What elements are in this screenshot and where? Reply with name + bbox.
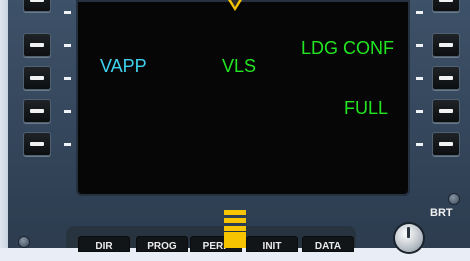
screw-icon	[449, 194, 459, 204]
lsk-right-4[interactable]	[432, 132, 460, 156]
init-key[interactable]: INIT	[246, 236, 298, 252]
triangle-marker-icon	[228, 0, 242, 11]
lsk-left-1[interactable]	[23, 33, 51, 57]
lsk-left-0[interactable]	[23, 0, 51, 12]
lsk-right-3[interactable]	[432, 99, 460, 123]
data-key[interactable]: DATA	[302, 236, 354, 252]
mcdu-screen: VAPP VLS LDG CONF FULL	[76, 0, 410, 196]
lsk-right-tick	[416, 44, 423, 47]
lsk-right-0[interactable]	[432, 0, 460, 12]
lsk-right-tick	[416, 110, 423, 113]
lsk-left-4[interactable]	[23, 132, 51, 156]
lsk-left-tick	[64, 11, 71, 14]
lsk-left-2[interactable]	[23, 66, 51, 90]
lsk-right-tick	[416, 143, 423, 146]
yellow-marker-stripe	[224, 226, 246, 231]
yellow-marker-stripe	[224, 210, 246, 215]
lsk-right-tick	[416, 77, 423, 80]
yellow-marker-stem	[224, 232, 246, 248]
lsk-left-tick	[64, 110, 71, 113]
lsk-right-tick	[416, 11, 423, 14]
ldg-conf-label: LDG CONF	[301, 38, 395, 58]
dir-key[interactable]: DIR	[78, 236, 130, 252]
screw-icon	[19, 237, 29, 247]
lsk-left-tick	[64, 44, 71, 47]
vls-label: VLS	[222, 56, 257, 76]
left-edge-shade	[0, 0, 8, 248]
lsk-left-3[interactable]	[23, 99, 51, 123]
lsk-left-tick	[64, 143, 71, 146]
full-value[interactable]: FULL	[344, 98, 388, 119]
lsk-right-1[interactable]	[432, 33, 460, 57]
lsk-right-2[interactable]	[432, 66, 460, 90]
brightness-label: BRT	[430, 207, 453, 219]
lsk-left-tick	[64, 77, 71, 80]
yellow-marker-stripe	[224, 218, 246, 223]
vapp-label: VAPP	[100, 56, 147, 76]
prog-key[interactable]: PROG	[136, 236, 188, 252]
